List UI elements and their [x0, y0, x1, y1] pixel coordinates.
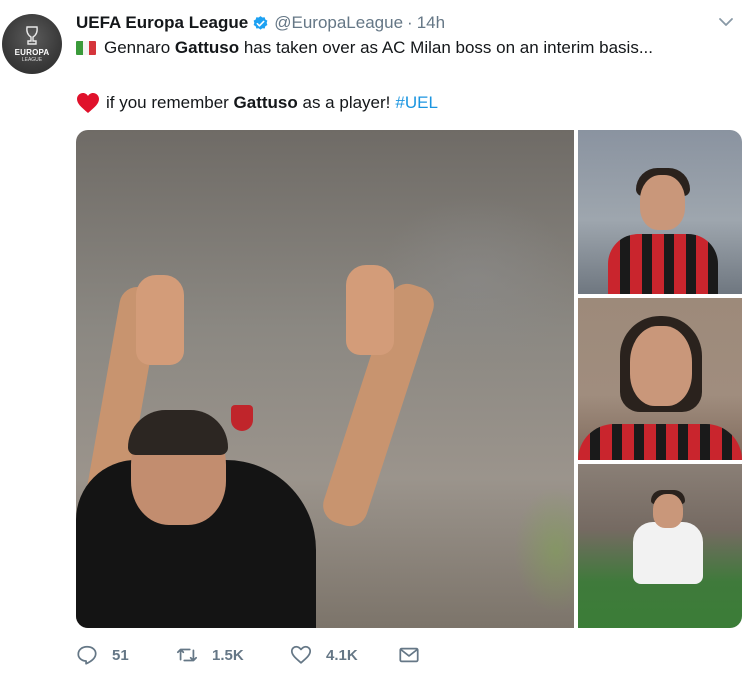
avatar[interactable]: EUROPA LEAGUE	[2, 14, 62, 74]
photo-detail	[630, 326, 692, 406]
separator-dot: ·	[407, 13, 413, 32]
hashtag-link[interactable]: #UEL	[395, 93, 438, 113]
text-segment: has taken over as AC Milan boss on an in…	[239, 38, 653, 57]
trophy-icon	[26, 25, 38, 45]
photo-detail	[128, 410, 228, 455]
tweet-text-line-2: if you remember Gattuso as a player! #UE…	[76, 92, 438, 114]
tweet-actions: 51 1.5K 4.1K	[76, 644, 434, 666]
photo-detail	[640, 175, 685, 230]
heart-icon	[290, 645, 312, 664]
verified-badge-icon	[253, 15, 268, 30]
photo-detail	[633, 522, 703, 584]
like-count: 4.1K	[326, 646, 358, 664]
text-segment: if you remember	[106, 93, 234, 112]
main-photo[interactable]	[76, 130, 574, 628]
chevron-down-icon[interactable]	[716, 12, 736, 32]
retweet-icon	[176, 648, 198, 662]
media-grid	[76, 130, 742, 628]
reply-button[interactable]: 51	[76, 644, 176, 666]
tweet-header: UEFA Europa League @EuropaLeague · 14h	[76, 12, 445, 34]
italian-flag-icon	[76, 41, 96, 55]
photo-2[interactable]	[578, 130, 742, 294]
account-name[interactable]: UEFA Europa League	[76, 13, 248, 33]
account-handle[interactable]: @EuropaLeague	[274, 13, 403, 33]
like-button[interactable]: 4.1K	[290, 644, 398, 666]
photo-detail	[346, 265, 394, 355]
avatar-subtext: LEAGUE	[21, 56, 43, 63]
photo-detail	[231, 405, 253, 431]
tweet-timestamp[interactable]: 14h	[417, 13, 445, 33]
photo-3[interactable]	[578, 298, 742, 460]
photo-detail	[653, 494, 683, 528]
photo-detail	[136, 275, 184, 365]
avatar-text: EUROPA	[14, 47, 50, 57]
photo-detail	[578, 424, 742, 460]
bold-name: Gattuso	[174, 38, 240, 57]
retweet-count: 1.5K	[212, 646, 244, 664]
red-heart-icon	[77, 93, 99, 113]
bold-name: Gattuso	[233, 93, 298, 112]
text-segment: as a player!	[297, 93, 391, 112]
envelope-icon	[399, 647, 419, 663]
photo-4[interactable]	[578, 464, 742, 628]
reply-count: 51	[112, 646, 129, 664]
reply-icon	[77, 645, 97, 665]
retweet-button[interactable]: 1.5K	[176, 644, 290, 666]
tweet-text-line-1: Gennaro Gattuso has taken over as AC Mil…	[76, 38, 653, 58]
photo-detail	[608, 234, 718, 294]
direct-message-button[interactable]	[398, 644, 434, 666]
text-segment: Gennaro	[104, 38, 175, 57]
